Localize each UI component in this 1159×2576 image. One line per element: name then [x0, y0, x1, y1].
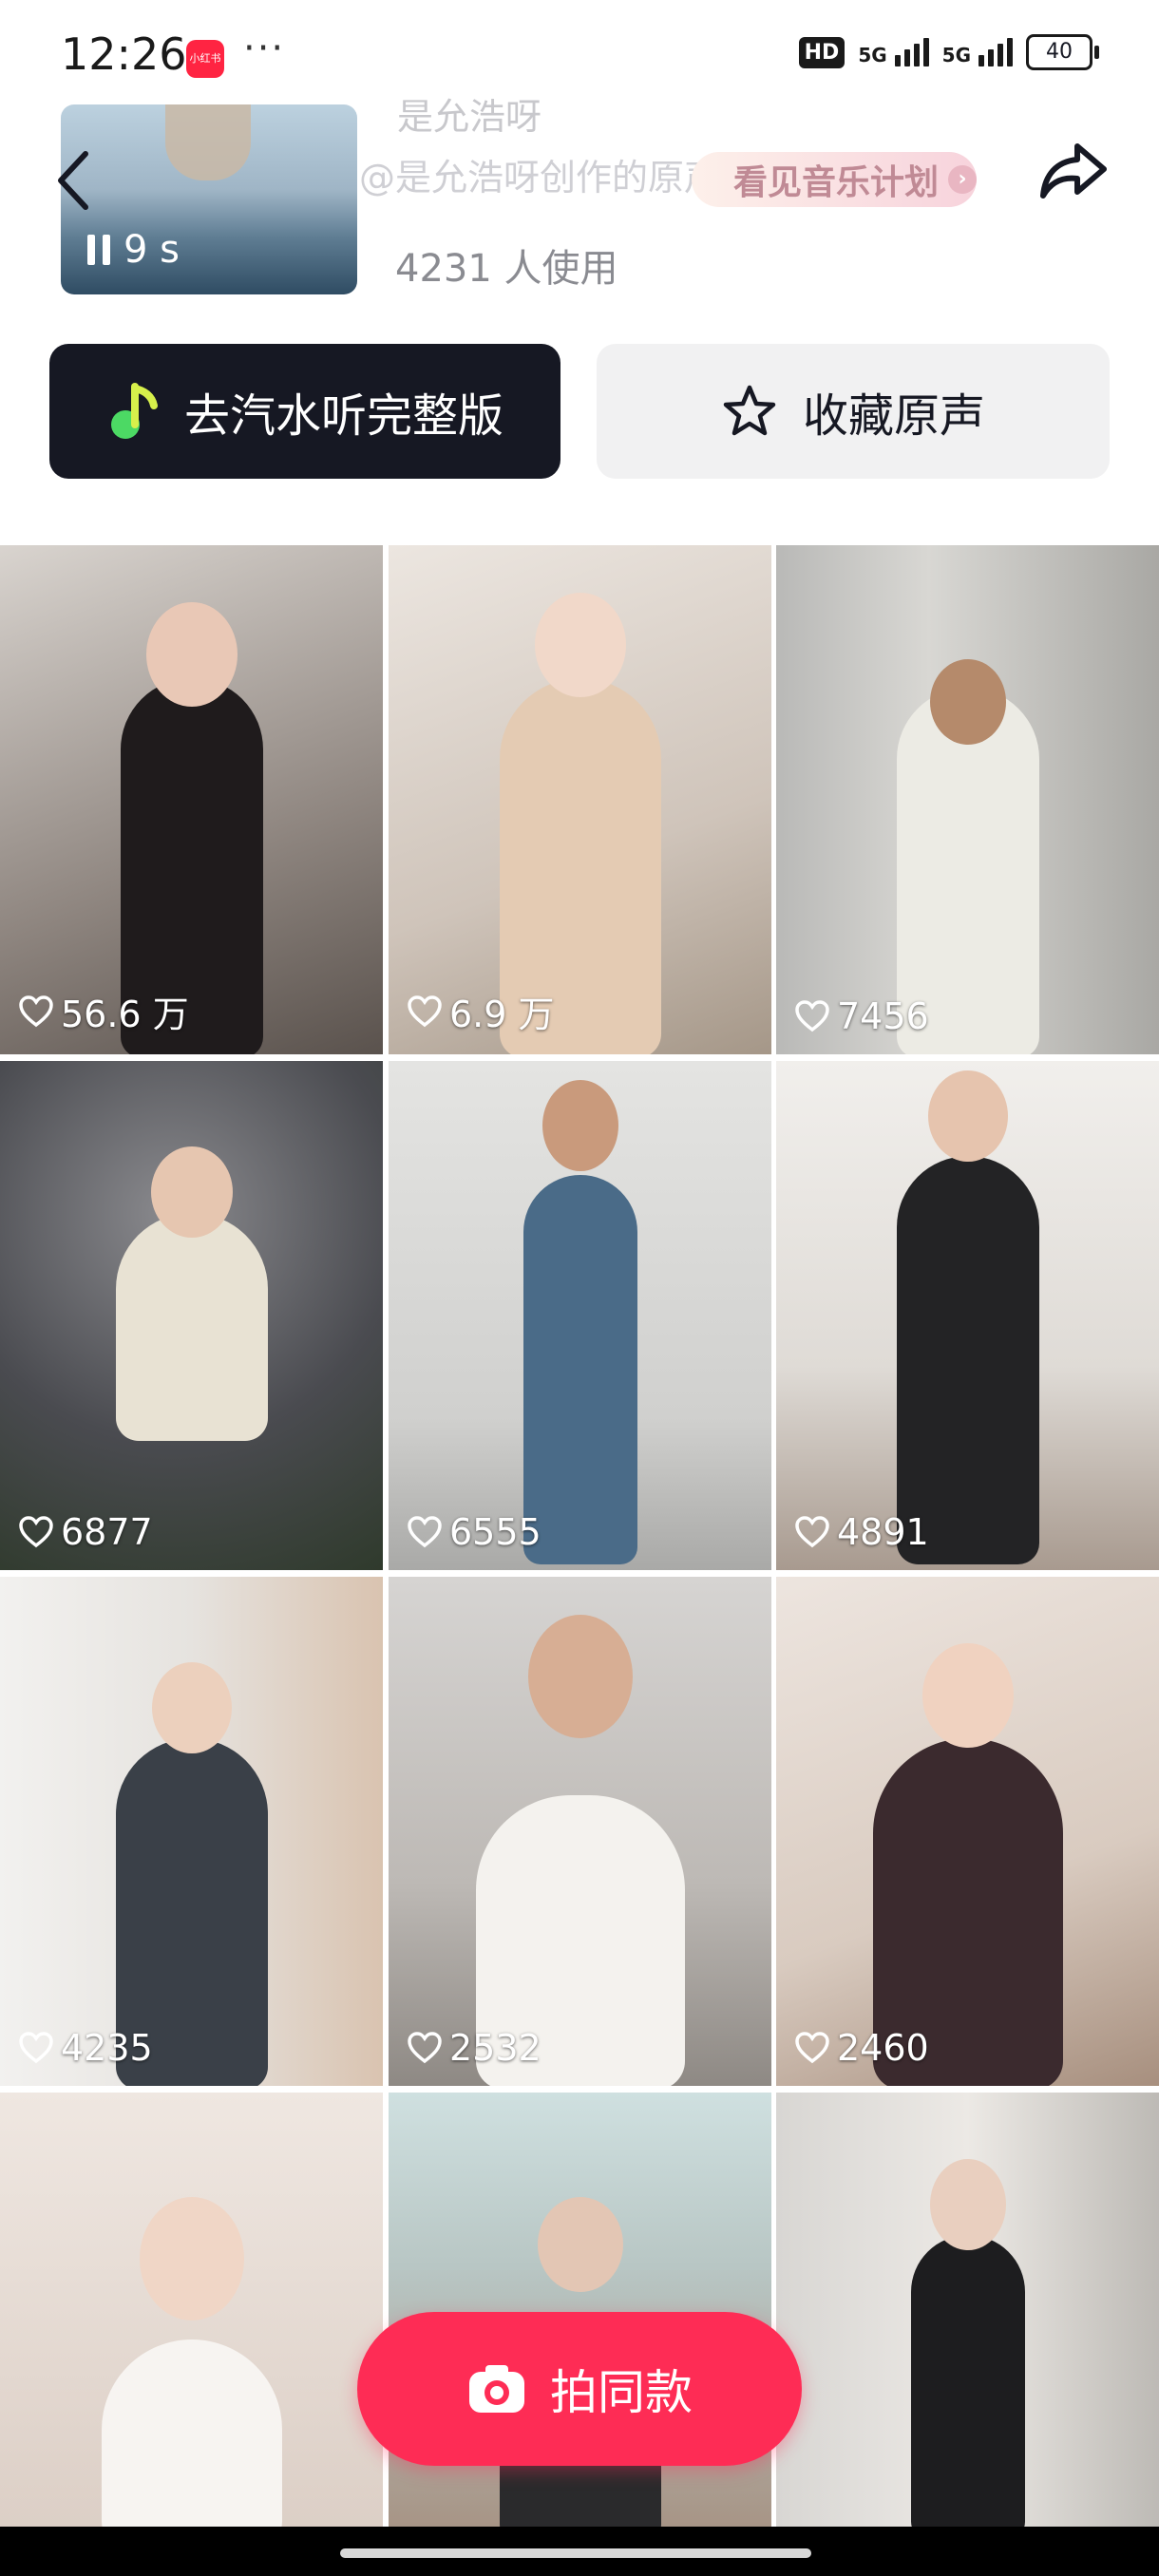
- video-tile[interactable]: 6555: [389, 1061, 771, 1570]
- like-count-value: 2460: [837, 2027, 929, 2069]
- music-duration: 9 s: [124, 228, 180, 272]
- status-time: 12:26: [61, 28, 187, 80]
- heart-icon: [408, 994, 442, 1027]
- heart-icon: [795, 1516, 829, 1548]
- like-count: 6.9 万: [408, 985, 555, 1037]
- heart-icon: [795, 1000, 829, 1032]
- status-indicators: HD 5G 5G 40: [798, 34, 1099, 70]
- video-tile[interactable]: 6877: [0, 1061, 383, 1570]
- shoot-same-label: 拍同款: [550, 2365, 693, 2420]
- music-cover[interactable]: 9 s: [61, 104, 357, 294]
- status-bar: 12:26 小红书 ··· HD 5G 5G 40: [0, 0, 1159, 109]
- pause-icon[interactable]: [87, 235, 110, 265]
- music-header: 9 s 是允浩呀 @是允浩呀创作的原声 看见音乐计划 › 4231 人使用: [0, 95, 1159, 323]
- more-notifications-icon: ···: [243, 27, 286, 70]
- share-icon[interactable]: [1036, 133, 1112, 209]
- video-tile[interactable]: 2460: [776, 1577, 1159, 2086]
- battery-icon: 40: [1026, 34, 1099, 70]
- video-tile[interactable]: 2532: [389, 1577, 771, 2086]
- heart-icon: [19, 1516, 53, 1548]
- video-tile[interactable]: 6.9 万: [389, 545, 771, 1054]
- music-subtitle: @是允浩呀创作的原声: [359, 157, 721, 199]
- music-use-count: 4231 人使用: [395, 247, 618, 291]
- shoot-same-button[interactable]: 拍同款: [357, 2312, 802, 2466]
- like-count-value: 6877: [61, 1511, 153, 1553]
- video-tile[interactable]: 4235: [0, 1577, 383, 2086]
- video-tile[interactable]: 56.6 万: [0, 545, 383, 1054]
- star-icon: [723, 385, 776, 436]
- xiaohongshu-notification-icon: 小红书: [186, 40, 224, 78]
- heart-icon: [408, 2032, 442, 2064]
- home-indicator[interactable]: [340, 2548, 811, 2558]
- heart-icon: [795, 2032, 829, 2064]
- like-count: 2460: [795, 2027, 929, 2069]
- signal-icon-1: 5G: [858, 38, 929, 66]
- like-count-value: 4235: [61, 2027, 153, 2069]
- like-count-value: 6.9 万: [449, 994, 555, 1035]
- video-tile[interactable]: 4891: [776, 1061, 1159, 1570]
- heart-icon: [408, 1516, 442, 1548]
- network-type-2: 5G: [941, 44, 971, 66]
- like-count: 6877: [19, 1511, 153, 1553]
- collect-sound-button[interactable]: 收藏原声: [597, 344, 1110, 479]
- like-count-value: 56.6 万: [61, 994, 189, 1035]
- like-count-value: 2532: [449, 2027, 542, 2069]
- music-author: 是允浩呀: [397, 96, 542, 138]
- signal-icon-2: 5G: [942, 38, 1013, 66]
- like-count: 7456: [795, 995, 929, 1037]
- listen-full-version-button[interactable]: 去汽水听完整版: [49, 344, 560, 479]
- like-count-value: 4891: [837, 1511, 929, 1553]
- like-count-value: 7456: [837, 995, 929, 1037]
- like-count: 4891: [795, 1511, 929, 1553]
- like-count-value: 6555: [449, 1511, 542, 1553]
- video-tile[interactable]: 7456: [776, 545, 1159, 1054]
- video-tile[interactable]: [776, 2093, 1159, 2529]
- back-arrow-icon[interactable]: [48, 142, 104, 218]
- network-type-1: 5G: [858, 44, 887, 66]
- listen-full-label: 去汽水听完整版: [183, 389, 504, 443]
- cover-image: [165, 104, 251, 180]
- hd-icon: HD: [798, 36, 846, 68]
- like-count: 4235: [19, 2027, 153, 2069]
- like-count: 6555: [408, 1511, 542, 1553]
- collect-label: 收藏原声: [802, 389, 985, 443]
- heart-icon: [19, 994, 53, 1027]
- music-plan-badge[interactable]: 看见音乐计划 ›: [692, 152, 977, 207]
- qishui-music-icon: [110, 383, 158, 439]
- heart-icon: [19, 2032, 53, 2064]
- camera-icon: [469, 2365, 524, 2413]
- music-plan-label: 看见音乐计划: [733, 163, 940, 202]
- like-count: 56.6 万: [19, 985, 189, 1037]
- like-count: 2532: [408, 2027, 542, 2069]
- cover-playback[interactable]: 9 s: [87, 228, 180, 272]
- chevron-right-icon: ›: [948, 165, 977, 194]
- video-tile[interactable]: [0, 2093, 383, 2529]
